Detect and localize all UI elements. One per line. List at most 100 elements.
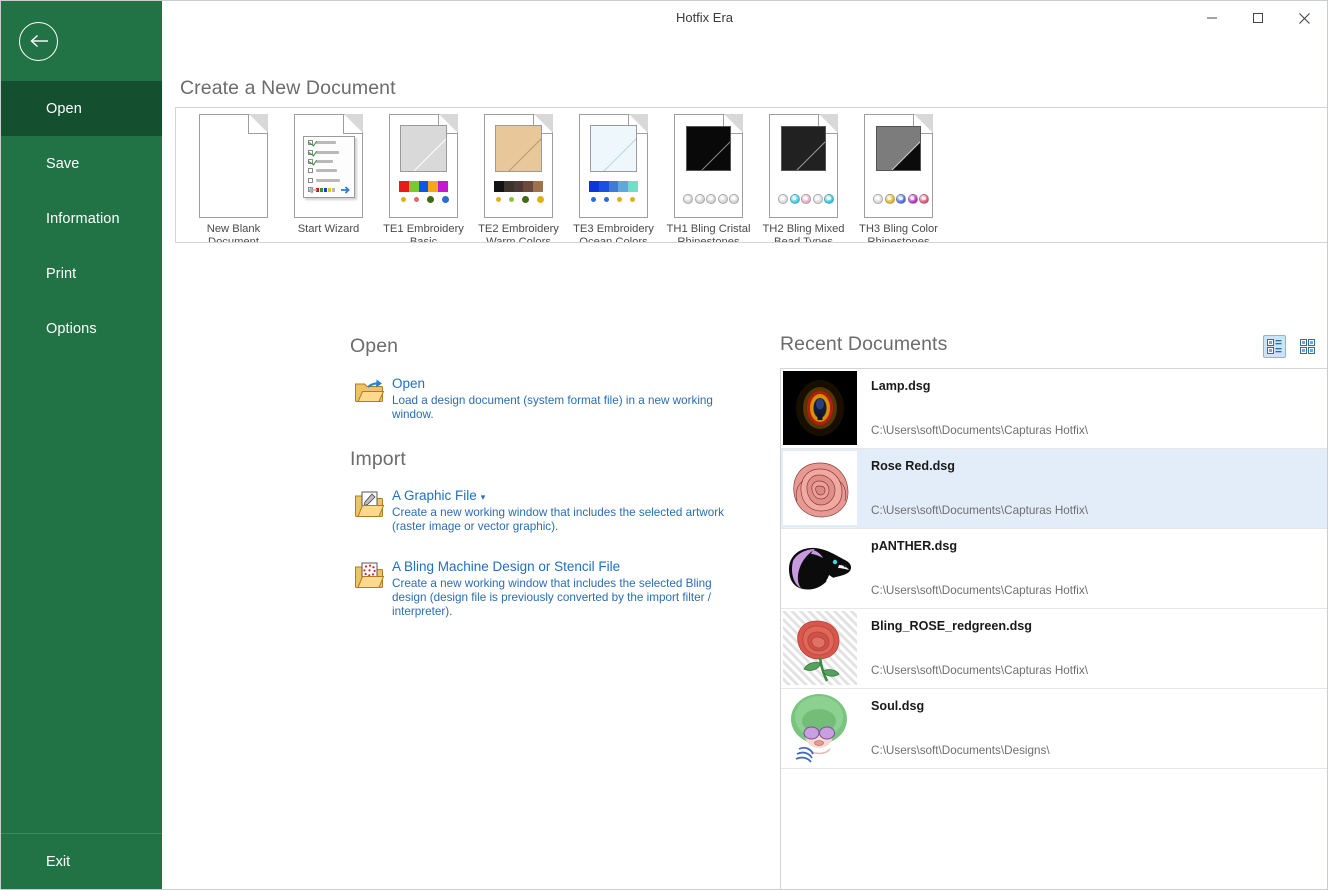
- document-page-icon: [579, 114, 648, 218]
- template-card-label: TH3 Bling Color Rhinestones: [859, 223, 938, 243]
- chevron-down-icon[interactable]: ▾: [481, 492, 486, 503]
- fabric-swatch-preview: [400, 125, 447, 172]
- sidebar-item-print[interactable]: Print: [1, 246, 162, 301]
- recent-document-row[interactable]: Lamp.dsg C:\Users\soft\Documents\Captura…: [781, 369, 1327, 449]
- import-graphic-file-text: A Graphic File ▾ Create a new working win…: [392, 487, 737, 534]
- document-page-icon: [294, 114, 363, 218]
- fabric-swatch-preview: [876, 126, 921, 171]
- document-path: C:\Users\soft\Documents\Capturas Hotfix\: [871, 664, 1088, 677]
- new-document-card-row: New Blank Document Start Wizard TE1 Embr…: [176, 108, 1327, 243]
- document-page-icon: [199, 114, 268, 218]
- import-section-heading: Import: [350, 448, 406, 470]
- document-thumbnail: [783, 691, 857, 765]
- recent-document-meta: pANTHER.dsg C:\Users\soft\Documents\Capt…: [859, 529, 1327, 608]
- open-document-text: Open Load a design document (system form…: [392, 375, 737, 422]
- thread-dot-row: [496, 196, 544, 203]
- document-thumbnail: [783, 611, 857, 685]
- view-mode-buttons: [1263, 335, 1319, 358]
- bead-row: [683, 194, 739, 204]
- template-card-label: TE1 Embroidery Basic: [383, 223, 464, 243]
- color-palette-strip: [589, 181, 638, 192]
- open-document-link[interactable]: Open: [392, 376, 425, 391]
- application-window: Open Save Information Print Options Exit…: [0, 0, 1328, 890]
- sidebar-item-label: Options: [46, 320, 97, 337]
- import-graphic-file-description: Create a new working window that include…: [392, 506, 724, 533]
- recent-document-meta: Bling_ROSE_redgreen.dsg C:\Users\soft\Do…: [859, 609, 1327, 688]
- sidebar-item-label: Exit: [46, 853, 71, 870]
- detail-view-button[interactable]: [1263, 335, 1286, 358]
- document-name: Bling_ROSE_redgreen.dsg: [871, 619, 1032, 633]
- template-card-te1-embroidery-basic[interactable]: TE1 Embroidery Basic: [376, 114, 471, 243]
- minimize-button[interactable]: [1189, 2, 1235, 34]
- recent-document-row[interactable]: pANTHER.dsg C:\Users\soft\Documents\Capt…: [781, 529, 1327, 609]
- document-thumbnail: [783, 371, 857, 445]
- document-page-icon: [389, 114, 458, 218]
- import-bling-design-text: A Bling Machine Design or Stencil File C…: [392, 558, 737, 619]
- import-bling-design-link[interactable]: A Bling Machine Design or Stencil File: [392, 559, 620, 574]
- back-arrow-icon[interactable]: [19, 21, 58, 61]
- document-path: C:\Users\soft\Documents\Capturas Hotfix\: [871, 504, 1088, 517]
- import-bling-design-action[interactable]: A Bling Machine Design or Stencil File C…: [354, 558, 737, 619]
- window-title: Hotfix Era: [675, 10, 734, 25]
- import-graphic-file-link[interactable]: A Graphic File ▾: [392, 488, 485, 503]
- document-page-icon: [864, 114, 933, 218]
- document-thumbnail: [783, 531, 857, 605]
- maximize-button[interactable]: [1235, 2, 1281, 34]
- sidebar-item-save[interactable]: Save: [1, 136, 162, 191]
- sidebar-item-open[interactable]: Open: [1, 81, 162, 136]
- folder-graphic-file-icon: [354, 487, 392, 534]
- document-name: Lamp.dsg: [871, 379, 931, 393]
- backstage-body: Create a New Document New Blank Document: [162, 35, 1327, 889]
- document-page-icon: [484, 114, 553, 218]
- sidebar-item-label: Information: [46, 210, 120, 227]
- recent-document-row[interactable]: Bling_ROSE_redgreen.dsg C:\Users\soft\Do…: [781, 609, 1327, 689]
- fabric-swatch-preview: [495, 125, 542, 172]
- template-card-label: TE3 Embroidery Ocean Colors: [573, 223, 654, 243]
- template-card-th1-bling-cristal-rhinestones[interactable]: TH1 Bling Cristal Rhinestones: [661, 114, 756, 243]
- sidebar-item-label: Save: [46, 155, 80, 172]
- template-card-label: New Blank Document: [206, 223, 261, 243]
- template-card-new-blank-document[interactable]: New Blank Document: [186, 114, 281, 243]
- recent-documents-heading: Recent Documents: [780, 333, 948, 355]
- sidebar-item-options[interactable]: Options: [1, 301, 162, 356]
- window-controls: [1189, 1, 1327, 35]
- close-button[interactable]: [1281, 2, 1327, 34]
- fabric-swatch-preview: [781, 126, 826, 171]
- recent-document-row[interactable]: Rose Red.dsg C:\Users\soft\Documents\Cap…: [781, 449, 1327, 529]
- open-document-action[interactable]: Open Load a design document (system form…: [354, 375, 737, 422]
- template-card-te3-embroidery-ocean-colors[interactable]: TE3 Embroidery Ocean Colors: [566, 114, 661, 243]
- template-card-label: TH1 Bling Cristal Rhinestones: [666, 223, 751, 243]
- content-area: Hotfix Era Create a New Document New Bla…: [162, 1, 1327, 889]
- open-document-description: Load a design document (system format fi…: [392, 394, 713, 421]
- list-detail-view-icon: [1267, 339, 1282, 354]
- document-page-icon: [769, 114, 838, 218]
- template-card-te2-embroidery-warm-colors[interactable]: TE2 Embroidery Warm Colors: [471, 114, 566, 242]
- grid-tile-view-icon: [1300, 339, 1315, 354]
- import-graphic-file-action[interactable]: A Graphic File ▾ Create a new working win…: [354, 487, 737, 534]
- new-document-heading: Create a New Document: [180, 77, 396, 99]
- color-palette-strip: [399, 181, 448, 192]
- document-name: pANTHER.dsg: [871, 539, 958, 553]
- recent-document-meta: Lamp.dsg C:\Users\soft\Documents\Captura…: [859, 369, 1327, 448]
- sidebar-item-exit[interactable]: Exit: [1, 834, 162, 889]
- tile-view-button[interactable]: [1296, 335, 1319, 358]
- recent-document-row[interactable]: Soul.dsg C:\Users\soft\Documents\Designs…: [781, 689, 1327, 769]
- recent-document-meta: Rose Red.dsg C:\Users\soft\Documents\Cap…: [859, 449, 1327, 528]
- open-section-heading: Open: [350, 335, 399, 357]
- sidebar-item-information[interactable]: Information: [1, 191, 162, 246]
- template-card-start-wizard[interactable]: Start Wizard: [281, 114, 376, 242]
- sidebar-nav-list: Open Save Information Print Options: [1, 81, 162, 356]
- wizard-dialog-thumbnail: [303, 136, 355, 198]
- import-bling-design-description: Create a new working window that include…: [392, 577, 712, 618]
- template-card-th3-bling-color-rhinestones[interactable]: TH3 Bling Color Rhinestones: [851, 114, 946, 243]
- document-path: C:\Users\soft\Documents\Designs\: [871, 744, 1050, 757]
- template-card-th2-bling-mixed-bead-types[interactable]: TH2 Bling Mixed Bead Types: [756, 114, 851, 242]
- recent-document-meta: Soul.dsg C:\Users\soft\Documents\Designs…: [859, 689, 1327, 768]
- recent-documents-panel: Lamp.dsg C:\Users\soft\Documents\Captura…: [780, 368, 1327, 889]
- link-text: A Graphic File: [392, 488, 477, 503]
- bead-row: [778, 194, 834, 204]
- arrow-left-icon: [308, 186, 317, 194]
- template-card-label: Start Wizard: [297, 223, 360, 235]
- document-thumbnail: [783, 451, 857, 525]
